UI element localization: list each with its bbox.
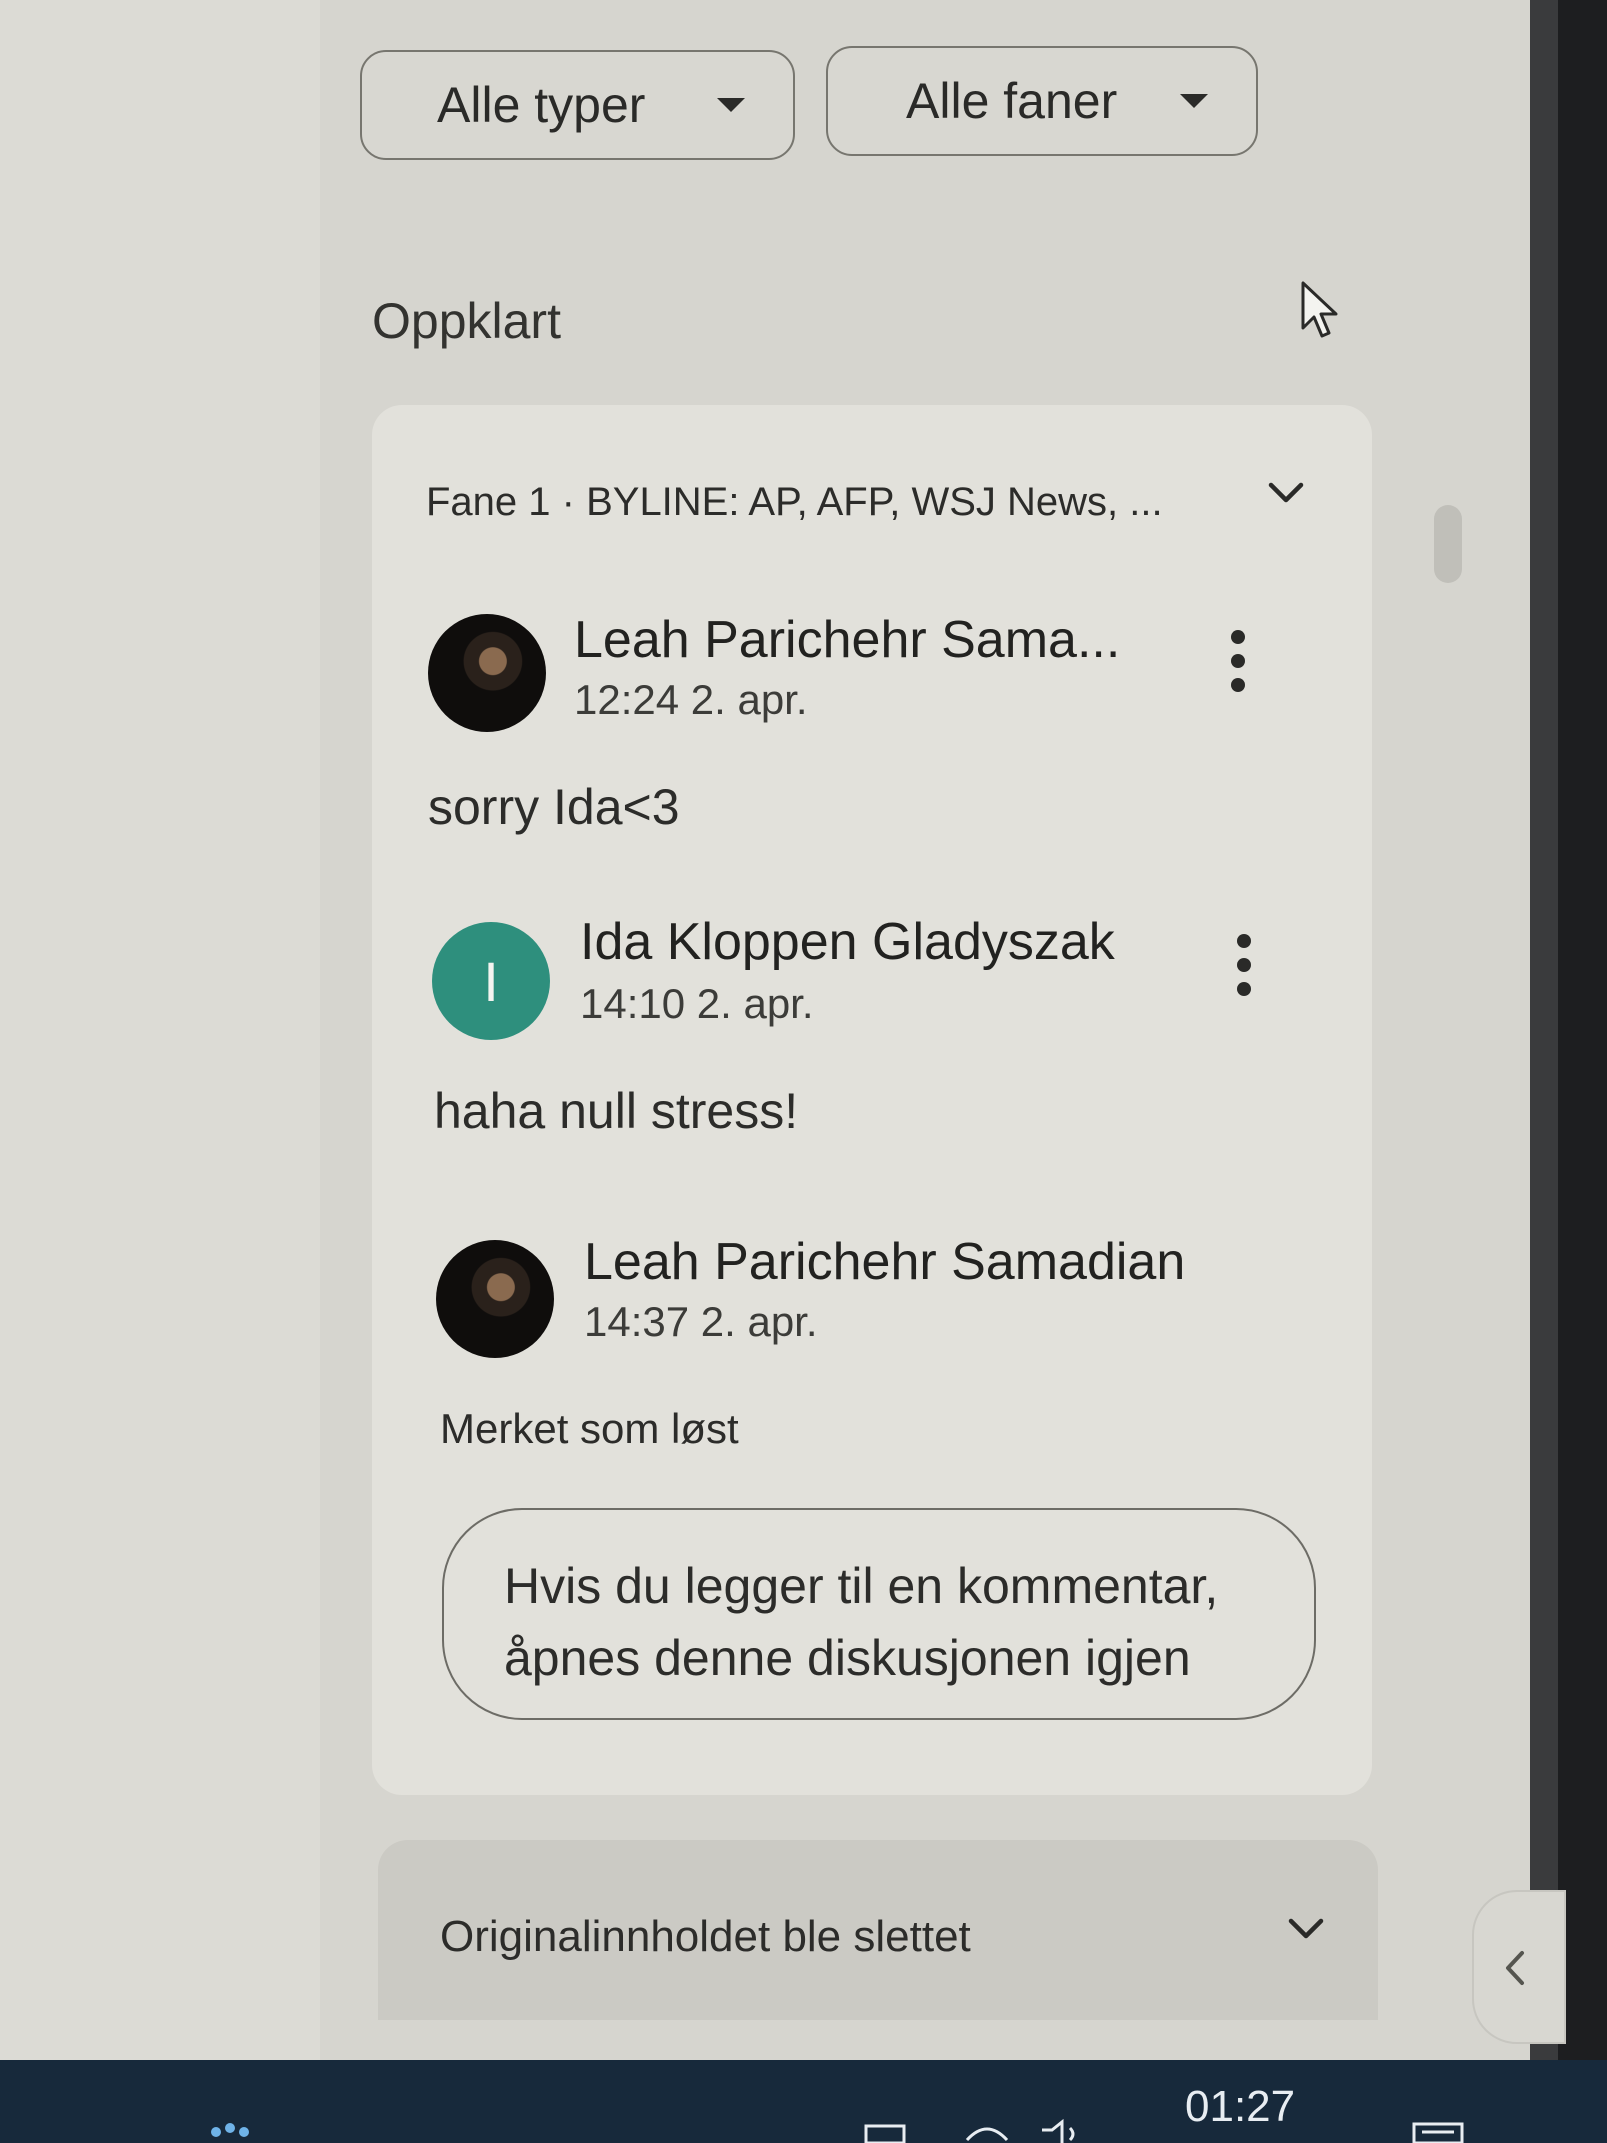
filter-types-dropdown[interactable]: Alle typer <box>360 50 795 160</box>
avatar[interactable] <box>436 1240 554 1358</box>
more-options-icon[interactable] <box>1234 934 1254 996</box>
comment-time: 14:10 2. apr. <box>580 980 814 1027</box>
filter-types-label: Alle typer <box>437 77 646 133</box>
reply-hint-line2: åpnes denne diskusjonen igjen <box>504 1630 1191 1686</box>
mouse-cursor-icon <box>1301 281 1338 338</box>
scrollbar-thumb[interactable] <box>1434 505 1462 583</box>
thread-header: Fane 1 · BYLINE: AP, AFP, WSJ News, ... <box>426 480 1163 524</box>
comment-author: Leah Parichehr Sama... <box>574 611 1121 669</box>
wifi-icon[interactable] <box>962 2118 1012 2143</box>
comment-time: 14:37 2. apr. <box>584 1298 818 1345</box>
network-icon[interactable] <box>862 2118 908 2143</box>
comment-author: Ida Kloppen Gladyszak <box>580 913 1115 971</box>
chevron-left-icon <box>1506 1951 1524 1985</box>
comment-text: haha null stress! <box>434 1083 799 1139</box>
thread-title: Originalinnholdet ble slettet <box>440 1912 971 1961</box>
taskbar-clock[interactable]: 01:27 <box>1185 2082 1295 2132</box>
chevron-down-icon[interactable] <box>1268 482 1304 504</box>
reply-input[interactable]: Hvis du legger til en kommentar, åpnes d… <box>442 1508 1316 1720</box>
caret-down-icon <box>717 98 745 112</box>
page-margin <box>0 0 320 2060</box>
section-title: Oppklart <box>372 293 561 349</box>
filter-tabs-label: Alle faner <box>906 73 1118 129</box>
screen-edge <box>1530 0 1558 2060</box>
side-panel-toggle[interactable] <box>1472 1890 1566 2044</box>
comment-text: sorry Ida<3 <box>428 779 680 835</box>
comment-author: Leah Parichehr Samadian <box>584 1233 1186 1291</box>
filter-tabs-dropdown[interactable]: Alle faner <box>826 46 1258 156</box>
weather-icon[interactable] <box>196 2118 266 2143</box>
reply-hint-line1: Hvis du legger til en kommentar, <box>504 1558 1219 1614</box>
volume-icon[interactable] <box>1036 2118 1096 2143</box>
chevron-down-icon[interactable] <box>1288 1918 1324 1940</box>
notifications-icon[interactable] <box>1410 2118 1466 2143</box>
avatar[interactable]: I <box>432 922 550 1040</box>
more-options-icon[interactable] <box>1228 630 1248 692</box>
resolved-status: Merket som løst <box>440 1405 739 1452</box>
avatar[interactable] <box>428 614 546 732</box>
caret-down-icon <box>1180 94 1208 108</box>
comment-time: 12:24 2. apr. <box>574 676 808 723</box>
